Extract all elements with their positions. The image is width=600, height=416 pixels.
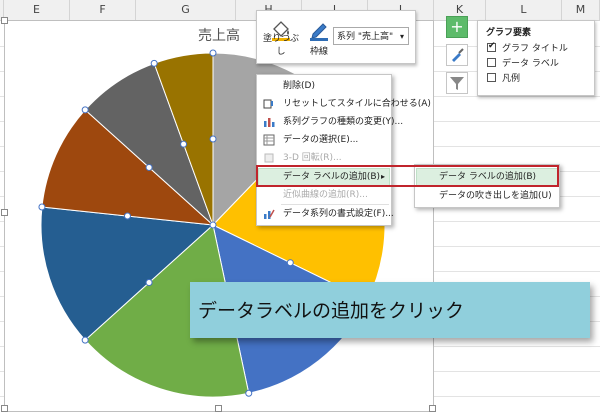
checkmark-icon: ✔	[488, 41, 496, 51]
pen-icon	[310, 23, 328, 41]
chart-type-icon	[264, 118, 275, 127]
instruction-text: データラベルの追加をクリック	[198, 300, 465, 322]
fill-button[interactable]: 塗りつぶし	[261, 15, 301, 59]
chart-elements-button[interactable]: +	[446, 16, 468, 38]
column-header-l[interactable]: L	[486, 0, 562, 20]
selection-handle[interactable]	[209, 135, 217, 143]
checkbox-label: データ ラベル	[502, 59, 559, 69]
checkbox-chart-title[interactable]: ✔	[487, 41, 496, 52]
checkbox-legend[interactable]	[487, 73, 496, 82]
chart-resize-handle[interactable]	[215, 405, 222, 412]
menu-item-reset-style[interactable]: リセットしてスタイルに合わせる(A)	[257, 95, 431, 113]
chart-resize-handle[interactable]	[1, 17, 8, 24]
series-select[interactable]: 系列 "売上高" ▾	[333, 27, 409, 45]
chart-elements-panel: グラフ要素 ✔ グラフ タイトル データ ラベル 凡例	[477, 20, 595, 96]
column-header-f[interactable]: F	[70, 0, 136, 20]
chart-resize-handle[interactable]	[1, 209, 8, 216]
rotate-3d-icon	[264, 153, 274, 163]
selection-handle[interactable]	[245, 389, 253, 397]
instruction-callout: データラベルの追加をクリック	[190, 282, 590, 338]
chart-filters-button[interactable]	[446, 72, 468, 94]
select-data-icon	[263, 134, 275, 146]
menu-item-label: リセットしてスタイルに合わせる(A)	[283, 99, 431, 109]
menu-item-delete[interactable]: 削除(D)	[257, 77, 391, 95]
outline-label: 枠線	[309, 47, 328, 57]
selection-handle[interactable]	[38, 203, 46, 211]
checkbox-data-labels[interactable]	[487, 58, 496, 67]
column-header-e[interactable]: E	[4, 0, 70, 20]
menu-item-label: データの選択(E)...	[283, 135, 359, 145]
brush-icon	[452, 48, 464, 62]
menu-item-label: 削除(D)	[283, 81, 315, 91]
selection-handle[interactable]	[180, 140, 188, 148]
chart-resize-handle[interactable]	[1, 405, 8, 412]
selection-handle[interactable]	[150, 59, 158, 67]
selection-handle[interactable]	[209, 221, 217, 229]
selection-handle[interactable]	[81, 106, 89, 114]
column-header-g[interactable]: G	[136, 0, 236, 20]
mini-toolbar: 塗りつぶし 枠線 系列 "売上高" ▾	[256, 10, 416, 64]
series-select-value: 系列 "売上高"	[337, 32, 394, 42]
menu-item-label: 系列グラフの種類の変更(Y)...	[283, 117, 404, 127]
menu-item-change-chart-type[interactable]: 系列グラフの種類の変更(Y)...	[257, 113, 403, 131]
filter-icon	[450, 77, 464, 90]
selection-handle[interactable]	[145, 163, 153, 171]
chevron-down-icon: ▾	[399, 32, 404, 41]
highlight-red-frame	[256, 165, 559, 187]
menu-item-add-trendline: 近似曲線の追加(R)...	[257, 186, 391, 204]
menu-item-label: 近似曲線の追加(R)...	[283, 190, 368, 200]
context-menu: 削除(D) リセットしてスタイルに合わせる(A) 系列グラフの種類の変更(Y).…	[256, 74, 431, 226]
menu-item-select-data[interactable]: データの選択(E)...	[257, 131, 391, 149]
selection-handle[interactable]	[286, 259, 294, 267]
submenu-item-add-callouts[interactable]: データの吹き出しを追加(U)	[415, 187, 559, 205]
selection-handle[interactable]	[145, 279, 153, 287]
submenu-item-label: データの吹き出しを追加(U)	[439, 191, 552, 201]
chart-resize-handle[interactable]	[429, 405, 436, 412]
format-series-icon	[264, 209, 275, 219]
menu-item-label: データ系列の書式設定(F)...	[283, 209, 394, 219]
checkbox-label: グラフ タイトル	[502, 44, 568, 54]
menu-item-format-series[interactable]: データ系列の書式設定(F)...	[257, 205, 394, 223]
selection-handle[interactable]	[81, 336, 89, 344]
selection-handle[interactable]	[123, 212, 131, 220]
chart-elements-title: グラフ要素	[486, 28, 532, 38]
fill-label: 塗りつぶし	[262, 34, 300, 57]
checkbox-label: 凡例	[502, 74, 521, 84]
selection-handle[interactable]	[209, 49, 217, 57]
plus-icon: +	[450, 17, 464, 36]
column-header-m[interactable]: M	[562, 0, 600, 20]
reset-style-icon	[263, 99, 273, 109]
chart-styles-button[interactable]	[446, 44, 468, 66]
